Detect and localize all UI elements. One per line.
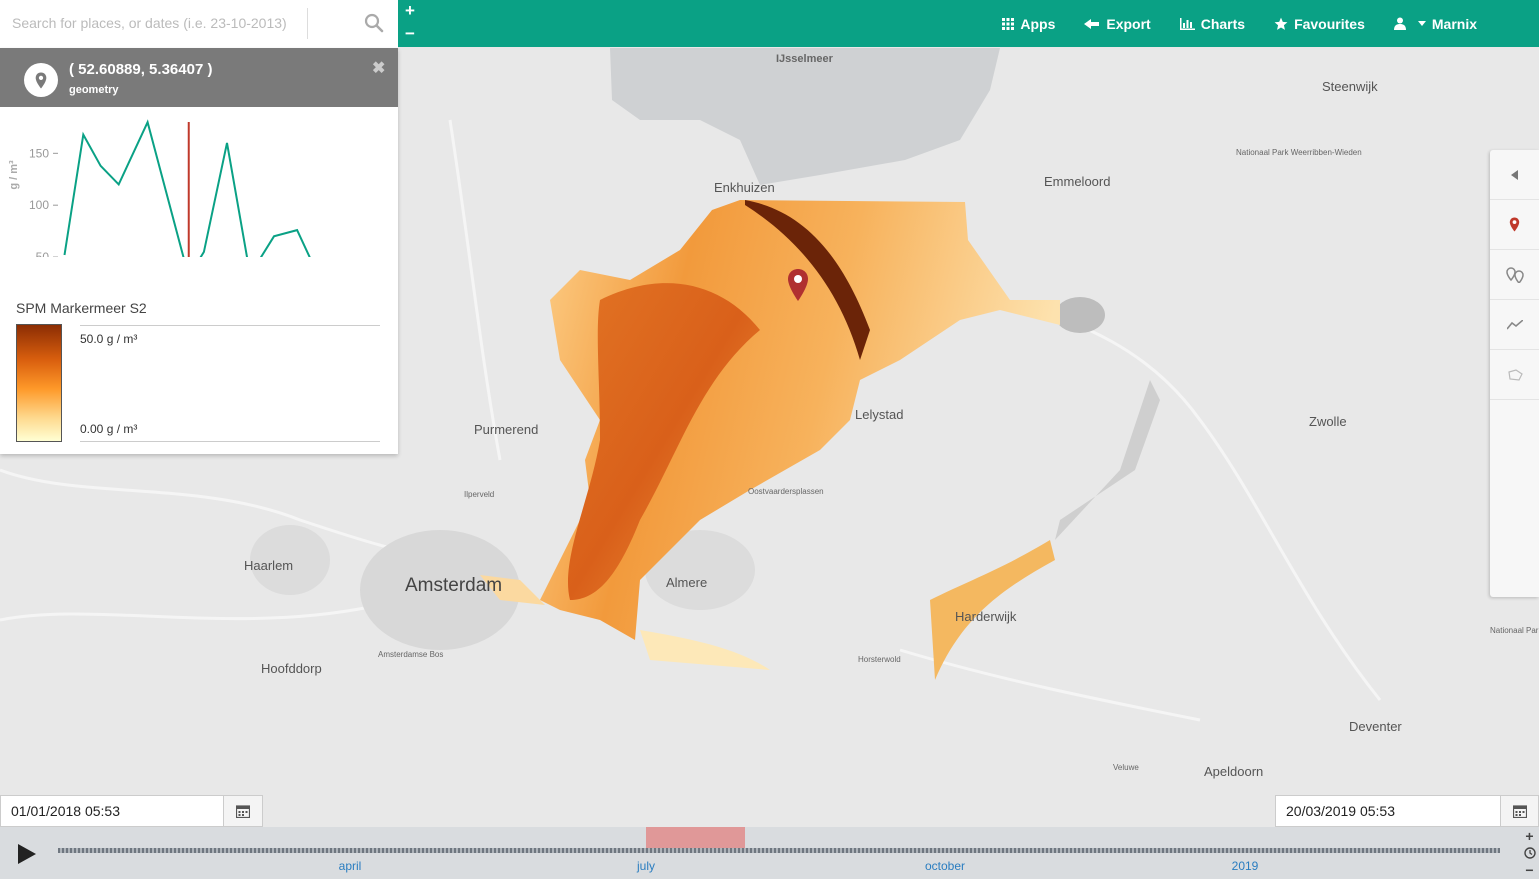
timeline-label: april: [338, 859, 362, 873]
point-subtitle: geometry: [69, 84, 119, 96]
search-box: [0, 0, 398, 48]
nav-label: Export: [1106, 15, 1151, 32]
map-zoom-in-button[interactable]: +: [403, 1, 417, 21]
map-pin-icon: [1509, 217, 1520, 232]
play-icon[interactable]: [16, 843, 38, 865]
nav-export[interactable]: Export: [1084, 15, 1151, 32]
polygon-tool-button[interactable]: [1490, 350, 1539, 400]
timeline-label: october: [924, 859, 966, 873]
top-bar: + − Apps Export Charts Favourites Marnix: [398, 0, 1539, 47]
close-icon[interactable]: ✖: [372, 58, 385, 78]
place-label: Apeldoorn: [1204, 764, 1264, 779]
place-label: Horsterwold: [858, 655, 901, 664]
location-pin-icon: [24, 63, 58, 97]
legend-divider: [80, 441, 380, 442]
nav-label: Favourites: [1294, 15, 1365, 32]
map-marker-icon[interactable]: [787, 268, 809, 302]
place-label: Nationaal Park Weerribben-Wieden: [1236, 148, 1362, 157]
place-label: Haarlem: [244, 558, 294, 573]
end-date-input[interactable]: 20/03/2019 05:53: [1275, 795, 1501, 827]
calendar-icon: [236, 805, 250, 818]
caret-down-icon: [1417, 20, 1426, 26]
export-icon: [1084, 18, 1100, 29]
polygon-icon: [1507, 368, 1523, 381]
timeline: april july october 2019 + −: [0, 827, 1539, 879]
line-chart-icon: [1506, 319, 1523, 330]
y-tick-label: 150: [29, 146, 49, 160]
search-input[interactable]: [0, 0, 307, 46]
place-label: Amsterdamse Bos: [378, 650, 444, 659]
timeline-zoom-out-button[interactable]: −: [1525, 862, 1533, 878]
collapse-panel-button[interactable]: [1490, 150, 1539, 200]
multi-pin-icon: [1505, 266, 1524, 283]
legend-max-label: 50.0 g / m³: [80, 332, 138, 346]
place-label: Oostvaardersplassen: [748, 487, 824, 496]
y-tick-label: 50: [36, 250, 50, 257]
place-label: Almere: [666, 575, 708, 590]
nav-favourites[interactable]: Favourites: [1274, 16, 1365, 32]
place-label: Enkhuizen: [714, 180, 775, 195]
main-nav: Apps Export Charts Favourites Marnix: [1002, 0, 1477, 47]
map-zoom-out-button[interactable]: −: [403, 24, 417, 44]
timeline-zoom-in-button[interactable]: +: [1525, 828, 1533, 844]
start-calendar-button[interactable]: [223, 795, 263, 827]
timeline-label: july: [636, 859, 656, 873]
point-info-panel: ( 52.60889, 5.36407 ) geometry ✖ 50 100 15…: [0, 48, 398, 454]
place-label: Purmerend: [474, 422, 539, 437]
search-divider: [307, 8, 308, 39]
nav-label: Apps: [1020, 15, 1056, 32]
legend-color-ramp: [16, 324, 62, 442]
place-label: Steenwijk: [1322, 79, 1378, 94]
star-icon: [1274, 17, 1288, 30]
series-line: [63, 119, 311, 257]
point-tool-button[interactable]: [1490, 200, 1539, 250]
nav-user[interactable]: Marnix: [1393, 15, 1477, 32]
place-label: Hoofddorp: [261, 661, 322, 676]
multi-point-tool-button[interactable]: [1490, 250, 1539, 300]
place-label: Zwolle: [1309, 414, 1347, 429]
place-label: Emmeloord: [1044, 174, 1111, 189]
place-label: Veluwe: [1113, 763, 1139, 772]
bar-chart-icon: [1179, 17, 1195, 30]
place-label: Ilperveld: [464, 490, 495, 499]
nav-label: Charts: [1200, 15, 1246, 32]
nav-label: Marnix: [1431, 15, 1477, 32]
point-panel-header: ( 52.60889, 5.36407 ) geometry ✖: [0, 48, 398, 107]
user-icon: [1393, 17, 1406, 30]
place-label: IJsselmeer: [776, 53, 833, 65]
legend-min-label: 0.00 g / m³: [80, 422, 138, 436]
search-icon[interactable]: [364, 13, 384, 33]
spm-time-series-chart[interactable]: 50100150apriljulyoctober2019 g / m³: [0, 107, 398, 257]
place-label: Amsterdam: [405, 575, 503, 596]
legend-title: SPM Markermeer S2: [16, 300, 147, 316]
chevron-left-icon: [1511, 169, 1518, 180]
place-label: Nationaal Park De Sallandse: [1490, 626, 1539, 635]
timeline-label: 2019: [1231, 859, 1259, 873]
start-date-input[interactable]: 01/01/2018 05:53: [0, 795, 224, 827]
place-label: Lelystad: [855, 407, 904, 422]
right-tool-panel: [1490, 150, 1539, 597]
nav-apps[interactable]: Apps: [1002, 16, 1055, 32]
line-tool-button[interactable]: [1490, 300, 1539, 350]
calendar-icon: [1512, 805, 1527, 818]
place-label: Deventer: [1349, 719, 1402, 734]
timeline-ticks: [58, 848, 1500, 853]
timeline-zoom-controls: + −: [1520, 827, 1539, 879]
grid-icon: [1002, 17, 1015, 30]
y-tick-label: 100: [29, 198, 49, 212]
legend-divider: [80, 325, 380, 326]
timeline-track[interactable]: april july october 2019: [58, 827, 1500, 879]
place-label: Harderwijk: [955, 609, 1017, 624]
clock-icon[interactable]: [1523, 847, 1536, 859]
end-calendar-button[interactable]: [1500, 795, 1539, 827]
y-axis-label: g / m³: [8, 160, 20, 190]
nav-charts[interactable]: Charts: [1179, 15, 1246, 32]
point-coordinates: ( 52.60889, 5.36407 ): [69, 61, 213, 78]
